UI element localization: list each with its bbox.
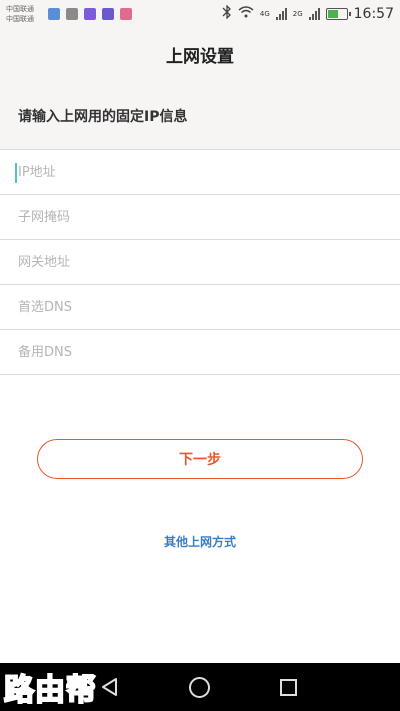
notification-icons: [48, 7, 132, 20]
system-status: 4G 2G 16:57: [222, 3, 394, 23]
other-methods-link[interactable]: 其他上网方式: [0, 533, 400, 550]
signal-icon: [275, 7, 287, 20]
secondary-dns-input[interactable]: [18, 344, 378, 360]
carrier-label-1: 中国联通: [6, 4, 34, 13]
subnet-mask-row: [0, 195, 400, 240]
network-type-2: 2G: [292, 9, 303, 18]
static-ip-form: [0, 150, 400, 375]
network-type-1: 4G: [259, 9, 270, 18]
chat-app-icon: [84, 7, 96, 20]
game-app-icon: [102, 7, 114, 20]
shop-app-icon: [120, 7, 132, 20]
text-cursor: [15, 163, 17, 183]
instruction-text: 请输入上网用的固定IP信息: [0, 82, 400, 150]
notification-app-icon: [48, 7, 60, 20]
signal-icon-2: [308, 7, 320, 20]
carrier-info: 中国联通 中国联通: [6, 4, 40, 24]
bluetooth-icon: [222, 3, 232, 23]
carrier-label-2: 中国联通: [6, 14, 34, 23]
wifi-icon: [238, 5, 254, 22]
battery-icon: [325, 7, 351, 20]
gallery-icon: [66, 7, 78, 20]
ip-address-row: [0, 150, 400, 195]
secondary-dns-row: [0, 330, 400, 375]
subnet-mask-input[interactable]: [18, 209, 378, 225]
primary-dns-input[interactable]: [18, 299, 378, 315]
home-icon[interactable]: [189, 677, 210, 698]
clock: 16:57: [353, 5, 394, 22]
gateway-input[interactable]: [18, 254, 378, 270]
page-title: 上网设置: [0, 27, 400, 82]
recent-apps-icon[interactable]: [280, 679, 297, 696]
ip-address-input[interactable]: [18, 164, 378, 180]
next-button[interactable]: 下一步: [37, 439, 363, 479]
back-icon[interactable]: [100, 677, 120, 697]
primary-dns-row: [0, 285, 400, 330]
status-bar: 中国联通 中国联通 4G 2G 16:57: [0, 0, 400, 27]
watermark-logo: 路由帮: [3, 672, 97, 709]
gateway-row: [0, 240, 400, 285]
